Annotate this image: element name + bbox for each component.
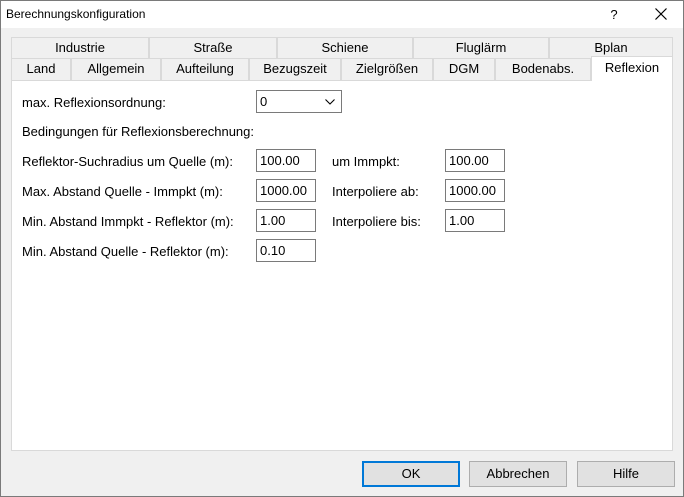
tab-zielgroessen[interactable]: Zielgrößen: [341, 58, 433, 80]
tab-allgemein[interactable]: Allgemein: [71, 58, 161, 80]
tab-reflexion[interactable]: Reflexion: [591, 56, 673, 81]
close-button[interactable]: [641, 1, 681, 28]
reflexion-order-value: 0: [260, 94, 268, 109]
reflexion-order-select[interactable]: 0: [256, 90, 342, 113]
search-radius-label: Reflektor-Suchradius um Quelle (m):: [22, 154, 233, 169]
interpolate-from-input[interactable]: 1000.00: [445, 179, 505, 202]
tab-bodenabs[interactable]: Bodenabs.: [495, 58, 591, 80]
ok-button[interactable]: OK: [362, 461, 460, 487]
search-radius-immpkt-input[interactable]: 100.00: [445, 149, 505, 172]
min-distance-immpkt-input[interactable]: 1.00: [256, 209, 316, 232]
search-radius-input[interactable]: 100.00: [256, 149, 316, 172]
tab-land[interactable]: Land: [11, 58, 71, 80]
tab-fluglaerm[interactable]: Fluglärm: [413, 37, 549, 58]
window-title: Berechnungskonfiguration: [6, 7, 146, 21]
conditions-heading: Bedingungen für Reflexionsberechnung:: [22, 124, 255, 139]
search-radius-immpkt-label: um Immpkt:: [332, 154, 400, 169]
dialog-window: Berechnungskonfiguration ? Industrie Str…: [0, 0, 684, 497]
tab-industrie[interactable]: Industrie: [11, 37, 149, 58]
tab-strasse[interactable]: Straße: [149, 37, 277, 58]
min-distance-immpkt-label: Min. Abstand Immpkt - Reflektor (m):: [22, 214, 234, 229]
cancel-button[interactable]: Abbrechen: [469, 461, 567, 487]
tab-bplan[interactable]: Bplan: [549, 37, 673, 58]
interpolate-from-label: Interpoliere ab:: [332, 184, 419, 199]
interpolate-to-input[interactable]: 1.00: [445, 209, 505, 232]
tab-bezugszeit[interactable]: Bezugszeit: [249, 58, 341, 80]
tab-dgm[interactable]: DGM: [433, 58, 495, 80]
title-bar: Berechnungskonfiguration ?: [1, 1, 683, 28]
tab-schiene[interactable]: Schiene: [277, 37, 413, 58]
help-button[interactable]: Hilfe: [577, 461, 675, 487]
close-icon: [655, 8, 667, 20]
max-distance-input[interactable]: 1000.00: [256, 179, 316, 202]
interpolate-to-label: Interpoliere bis:: [332, 214, 421, 229]
min-distance-source-label: Min. Abstand Quelle - Reflektor (m):: [22, 244, 229, 259]
reflexion-order-label: max. Reflexionsordnung:: [22, 95, 166, 110]
tab-aufteilung[interactable]: Aufteilung: [161, 58, 249, 80]
reflexion-panel: max. Reflexionsordnung: 0 Bedingungen fü…: [11, 80, 673, 451]
chevron-down-icon: [325, 99, 335, 105]
max-distance-label: Max. Abstand Quelle - Immpkt (m):: [22, 184, 223, 199]
help-title-button[interactable]: ?: [599, 1, 629, 28]
min-distance-source-input[interactable]: 0.10: [256, 239, 316, 262]
